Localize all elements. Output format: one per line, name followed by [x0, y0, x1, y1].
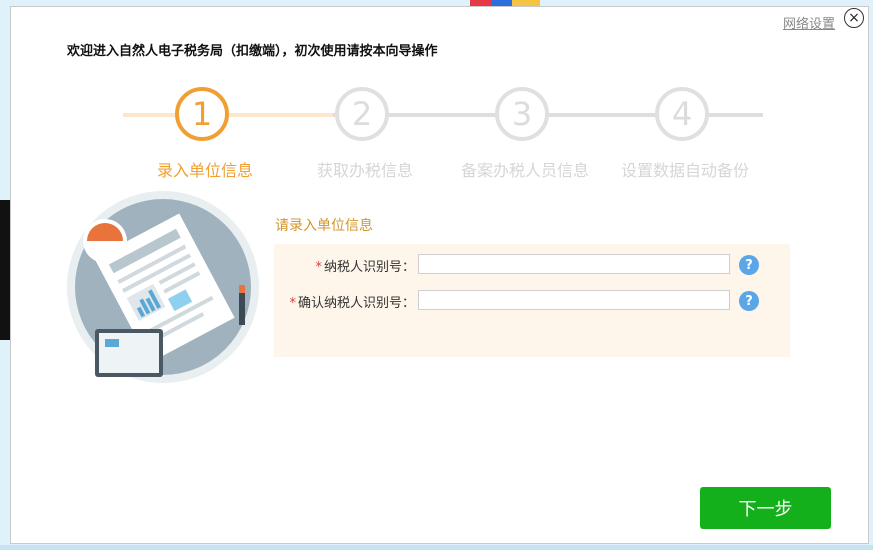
confirm-taxpayer-id-label: * 确认纳税人识别号： [289, 292, 415, 311]
form-panel: * 纳税人识别号： ? * 确认纳税人识别号： ? [274, 244, 790, 357]
step-4-number: 4 [671, 95, 693, 133]
step-4-circle: 4 [655, 87, 709, 141]
section-title: 请录入单位信息 [275, 218, 373, 234]
step-1-number: 1 [191, 95, 213, 133]
close-icon: × [848, 10, 860, 26]
step-4-label: 设置数据自动备份 [620, 161, 750, 180]
confirm-taxpayer-id-row: * 确认纳税人识别号： ? [274, 290, 790, 312]
wizard-window: 网络设置 × 欢迎进入自然人电子税务局（扣缴端），初次使用请按本向导操作 1 2… [10, 6, 869, 544]
welcome-text: 欢迎进入自然人电子税务局（扣缴端），初次使用请按本向导操作 [67, 44, 438, 59]
network-settings-link[interactable]: 网络设置 [783, 13, 835, 32]
document-illustration [67, 191, 259, 383]
step-1-label: 录入单位信息 [156, 161, 254, 180]
taxpayer-id-row: * 纳税人识别号： ? [274, 254, 790, 276]
confirm-taxpayer-id-label-text: 确认纳税人识别号： [297, 296, 415, 311]
next-step-button[interactable]: 下一步 [700, 487, 831, 529]
step-3-label: 备案办税人员信息 [460, 161, 590, 180]
step-3-number: 3 [511, 95, 533, 133]
step-2-circle: 2 [335, 87, 389, 141]
close-button[interactable]: × [844, 8, 864, 28]
help-icon[interactable]: ? [739, 255, 759, 275]
help-icon[interactable]: ? [739, 291, 759, 311]
taxpayer-id-label-text: 纳税人识别号： [323, 260, 415, 275]
step-2-label: 获取办税信息 [316, 161, 414, 180]
confirm-taxpayer-id-input[interactable] [418, 290, 730, 310]
taxpayer-id-label: * 纳税人识别号： [315, 256, 415, 275]
taxpayer-id-input[interactable] [418, 254, 730, 274]
step-3-circle: 3 [495, 87, 549, 141]
step-2-number: 2 [351, 95, 373, 133]
background-strip [0, 545, 873, 550]
step-1-circle: 1 [175, 87, 229, 141]
required-mark: * [289, 296, 296, 311]
required-mark: * [315, 260, 322, 275]
